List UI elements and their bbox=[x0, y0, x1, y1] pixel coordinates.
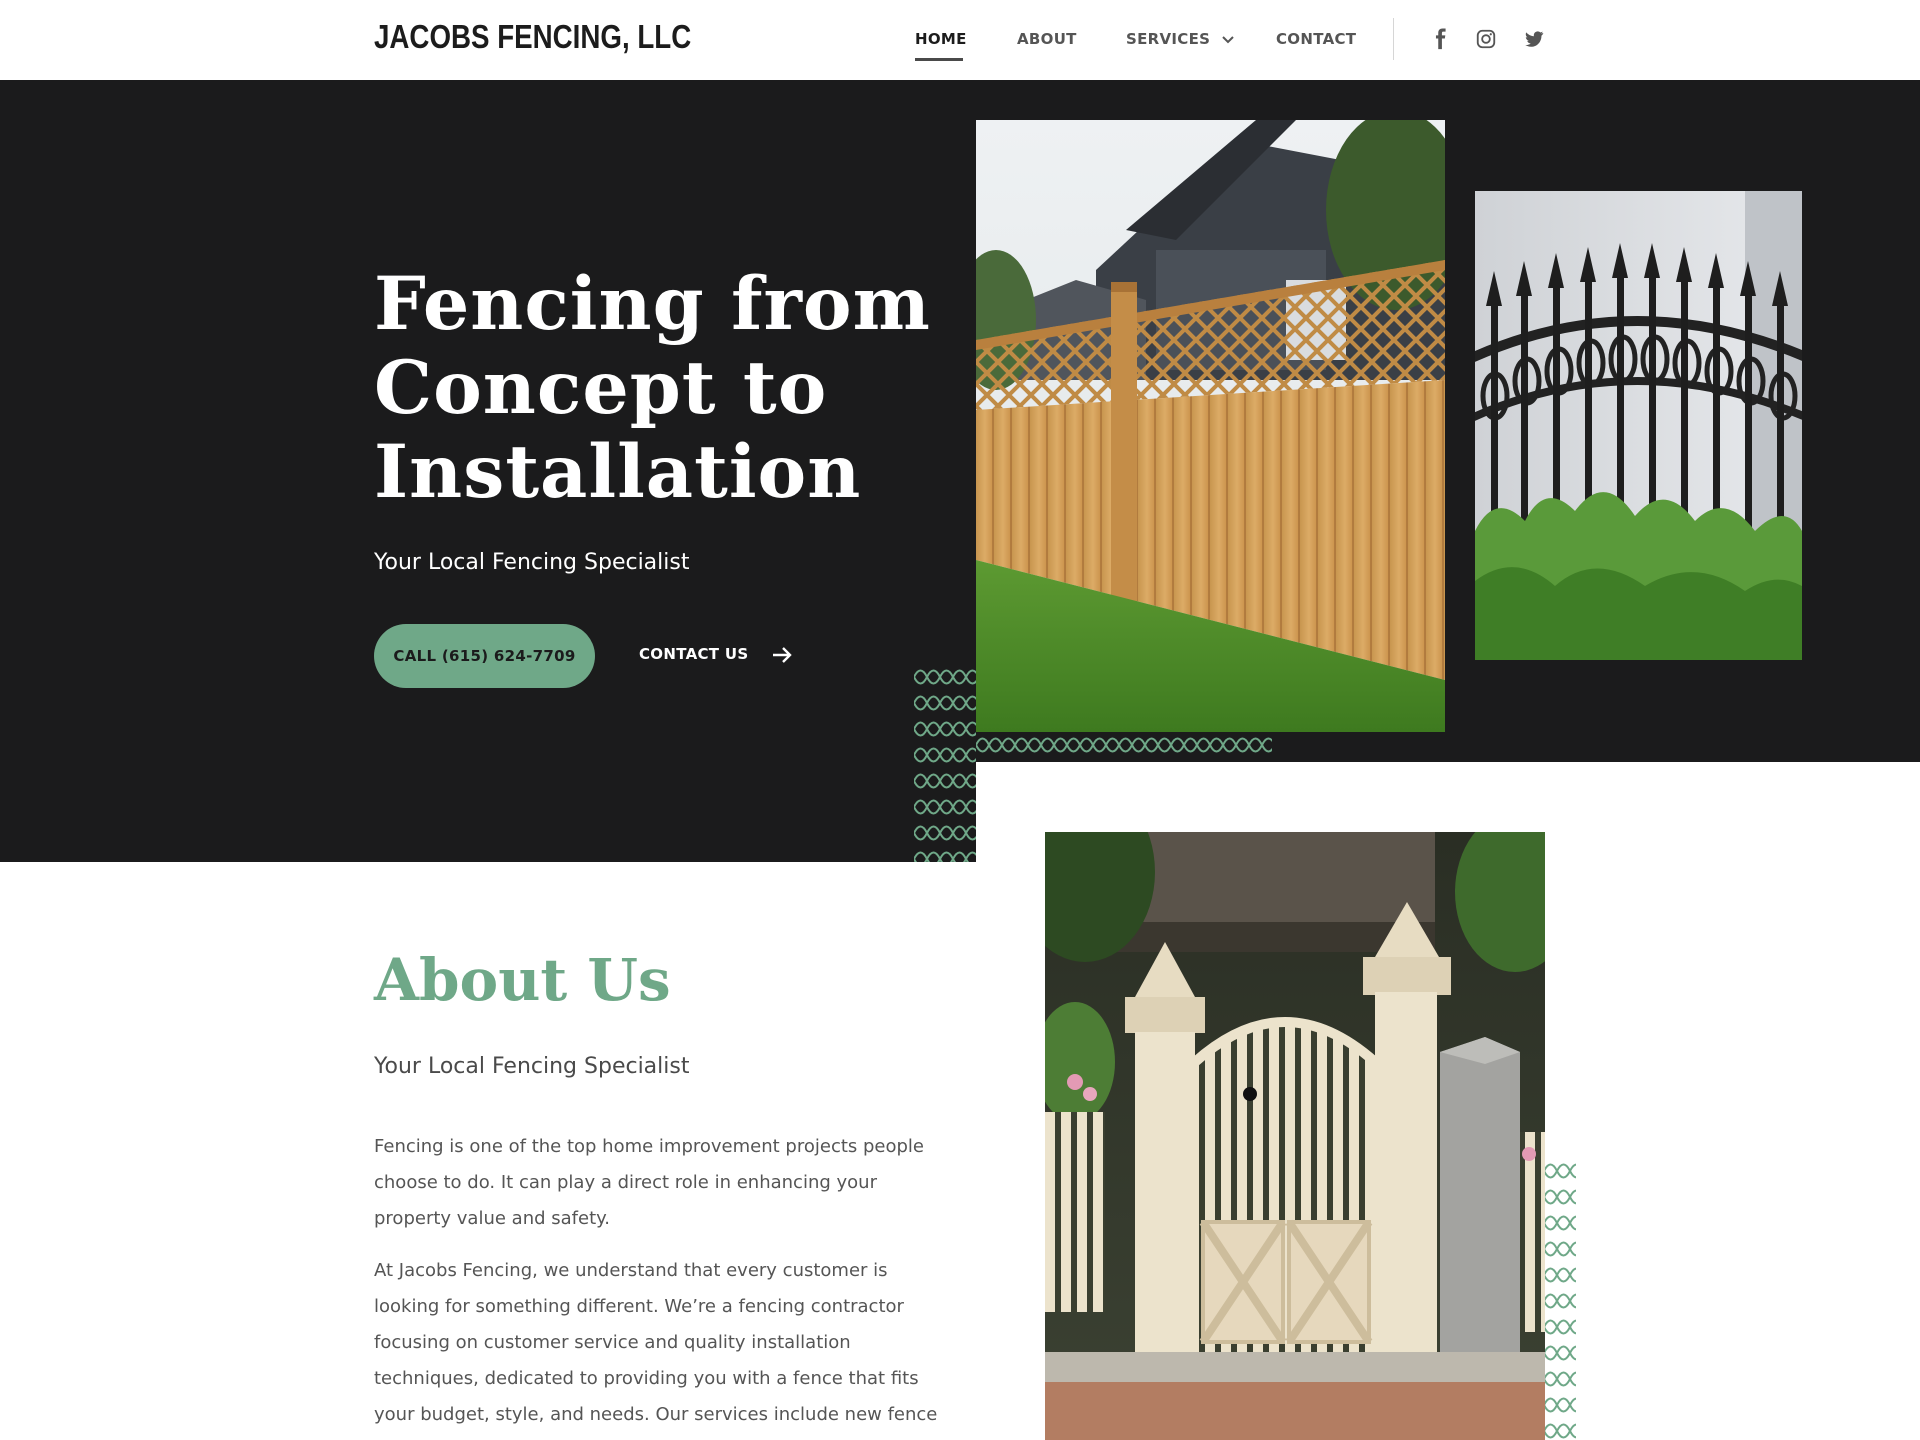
chevron-down-icon bbox=[1222, 35, 1234, 43]
contact-us-button[interactable]: CONTACT US bbox=[639, 645, 792, 663]
nav-active-indicator bbox=[915, 58, 963, 61]
about-title: About Us bbox=[374, 946, 671, 1014]
nav-home[interactable]: HOME bbox=[915, 30, 967, 48]
wood-fence-image bbox=[976, 120, 1445, 732]
nav-divider bbox=[1393, 18, 1394, 60]
hero-title: Fencing from Concept to Installation bbox=[374, 261, 931, 515]
contact-us-label: CONTACT US bbox=[639, 645, 749, 663]
site-header: JACOBS FENCING, LLC HOME ABOUT SERVICES … bbox=[0, 0, 1920, 80]
twitter-icon[interactable] bbox=[1523, 28, 1545, 50]
white-gate-image bbox=[1045, 832, 1545, 1440]
instagram-icon[interactable] bbox=[1475, 28, 1497, 50]
nav-contact[interactable]: CONTACT bbox=[1276, 30, 1356, 48]
chain-link-decoration bbox=[914, 664, 976, 862]
iron-fence-image bbox=[1475, 191, 1802, 660]
chain-link-decoration-right bbox=[1544, 1158, 1576, 1440]
site-logo[interactable]: JACOBS FENCING, LLC bbox=[374, 18, 691, 56]
nav-services[interactable]: SERVICES bbox=[1126, 30, 1234, 48]
about-paragraph-2: At Jacobs Fencing, we understand that ev… bbox=[374, 1260, 938, 1425]
about-subtitle: Your Local Fencing Specialist bbox=[374, 1054, 690, 1079]
facebook-icon[interactable] bbox=[1430, 28, 1452, 50]
nav-about[interactable]: ABOUT bbox=[1017, 30, 1077, 48]
call-button[interactable]: CALL (615) 624-7709 bbox=[374, 624, 595, 688]
nav-services-label: SERVICES bbox=[1126, 30, 1211, 48]
hero-subtitle: Your Local Fencing Specialist bbox=[374, 550, 690, 575]
arrow-right-icon bbox=[773, 647, 792, 663]
about-paragraph-1: Fencing is one of the top home improveme… bbox=[374, 1136, 925, 1229]
chain-link-decoration-bottom bbox=[976, 732, 1272, 762]
